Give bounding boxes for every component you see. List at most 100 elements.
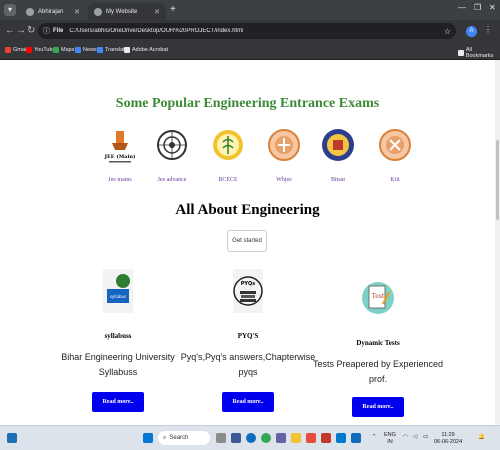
page-scrollbar[interactable]: [495, 60, 500, 425]
edge-icon[interactable]: [246, 433, 256, 443]
svg-text:JEE (Main): JEE (Main): [104, 153, 136, 160]
card-title: Dynamic Tests: [356, 339, 400, 347]
syllabus-image-icon: syllabus: [103, 269, 133, 313]
file-chip: File: [53, 28, 64, 34]
youtube-icon: [26, 47, 32, 53]
url-text: C:/Users/abhis/OneDrive/Desktop/OUR%20PR…: [69, 28, 244, 34]
bitsat-logo-icon: [322, 129, 354, 161]
exam-jee-mains[interactable]: JEE (Main) Jee mains: [95, 128, 145, 183]
widgets-icon[interactable]: [7, 433, 17, 443]
exam-label: Jee mains: [108, 177, 132, 183]
bookmark-gmail[interactable]: Gmail: [5, 47, 27, 53]
card-pyqs: PYQs PYQ'S Pyq's,Pyq's answers,Chapterwi…: [173, 267, 323, 412]
jee-advance-logo-icon: [157, 130, 187, 160]
tab-favicon-icon: [26, 7, 34, 16]
translate-icon: [97, 47, 103, 53]
read-more-button[interactable]: Read more..: [92, 392, 144, 412]
wbjee-logo-icon: [268, 129, 300, 161]
search-icon: ⌕: [163, 434, 167, 441]
all-bookmarks-button[interactable]: All Bookmarks: [458, 47, 500, 59]
taskbar-search[interactable]: ⌕ Search: [158, 431, 210, 445]
file-explorer-icon[interactable]: [291, 433, 301, 443]
close-window-icon[interactable]: ✕: [489, 3, 496, 12]
page-content: Some Popular Engineering Entrance Exams …: [0, 60, 495, 425]
folder-icon: [458, 50, 464, 56]
tab-abhirajan[interactable]: Abhirajan ✕: [20, 3, 86, 20]
exam-kiit[interactable]: Kiit: [370, 128, 420, 183]
battery-icon[interactable]: ▭: [423, 434, 428, 441]
svg-text:Test: Test: [372, 293, 385, 300]
card-description: Tests Preapered by Experienced prof.: [312, 359, 444, 384]
svg-text:PYQs: PYQs: [241, 281, 256, 287]
start-icon[interactable]: [143, 433, 153, 443]
app-icon-2[interactable]: [306, 433, 316, 443]
tab-my-website[interactable]: My Website ✕: [88, 3, 166, 20]
gmail-icon: [5, 47, 11, 53]
bookmark-youtube[interactable]: YouTube: [26, 47, 56, 53]
tab-favicon-icon: [94, 7, 102, 16]
svg-text:syllabus: syllabus: [110, 294, 126, 299]
info-icon[interactable]: ⓘ: [43, 26, 50, 36]
close-tab-icon[interactable]: ✕: [74, 8, 80, 16]
clock[interactable]: 11:29 06-06-2024: [434, 432, 462, 446]
bookmarks-bar: Gmail YouTube Maps News Translate Adobe …: [0, 42, 500, 60]
bookmark-maps[interactable]: Maps: [53, 47, 74, 53]
scroll-thumb[interactable]: [496, 140, 499, 220]
teams-icon[interactable]: [276, 433, 286, 443]
news-icon: [75, 47, 81, 53]
restore-icon[interactable]: ❐: [474, 3, 481, 12]
exam-label: Wbjee: [276, 177, 292, 183]
card-dynamic-tests: Test Dynamic Tests Tests Preapered by Ex…: [303, 274, 453, 417]
back-icon[interactable]: ←: [5, 25, 15, 36]
exam-jee-advance[interactable]: Jee advance: [147, 128, 197, 183]
exam-wbjee[interactable]: Wbjee: [259, 128, 309, 183]
app-icon-3[interactable]: [321, 433, 331, 443]
address-bar[interactable]: ⓘ File C:/Users/abhis/OneDrive/Desktop/O…: [38, 23, 456, 39]
taskbar: ⌕ Search ⌃ ENG IN ◠ ◁ ▭ 11:29 06-06-2024…: [0, 425, 500, 450]
wifi-icon[interactable]: ◠: [403, 434, 408, 441]
kiit-logo-icon: [379, 129, 411, 161]
exam-label: BCECE: [218, 177, 238, 183]
tab-label: My Website: [106, 8, 138, 15]
exam-label: Jee advance: [157, 177, 187, 183]
maps-icon: [53, 47, 59, 53]
bookmark-adobe-acrobat[interactable]: Adobe Acrobat: [124, 47, 168, 53]
forward-icon[interactable]: →: [16, 25, 26, 36]
read-more-button[interactable]: Read more..: [222, 392, 274, 412]
language-indicator[interactable]: ENG IN: [384, 432, 396, 446]
close-tab-icon[interactable]: ✕: [154, 8, 160, 16]
tab-search-button[interactable]: ▾: [4, 4, 16, 16]
card-title: PYQ'S: [237, 332, 259, 340]
browser-toolbar: ← → ↻ ⓘ File C:/Users/abhis/OneDrive/Des…: [0, 20, 500, 42]
vscode-icon[interactable]: [336, 433, 346, 443]
app-icon-4[interactable]: [351, 433, 361, 443]
exam-label: Kiit: [390, 177, 400, 183]
exam-bitsat[interactable]: Bitsat: [313, 128, 363, 183]
chrome-icon[interactable]: [261, 433, 271, 443]
card-description: Bihar Engineering University Syllabuss: [61, 352, 175, 377]
minimize-icon[interactable]: —: [458, 3, 466, 12]
profile-avatar[interactable]: A: [466, 26, 477, 37]
about-heading: All About Engineering: [175, 202, 320, 218]
tray-chevron-icon[interactable]: ⌃: [372, 434, 377, 441]
pyqs-image-icon: PYQs: [233, 269, 263, 313]
new-tab-button[interactable]: +: [170, 4, 176, 15]
bookmark-star-icon[interactable]: ☆: [444, 27, 451, 36]
card-syllabus: syllabus syllabuss Bihar Engineering Uni…: [43, 267, 193, 412]
tab-strip: ▾ Abhirajan ✕ My Website ✕ + — ❐ ✕: [0, 0, 500, 20]
get-started-button[interactable]: Get started: [227, 230, 267, 252]
notifications-icon[interactable]: 🔔: [478, 434, 485, 441]
app-icon[interactable]: [231, 433, 241, 443]
volume-icon[interactable]: ◁: [413, 434, 417, 441]
reload-icon[interactable]: ↻: [27, 25, 35, 36]
bcece-logo-icon: [213, 130, 243, 160]
exams-heading: Some Popular Engineering Entrance Exams: [115, 96, 380, 111]
task-view-icon[interactable]: [216, 433, 226, 443]
card-title: syllabuss: [104, 332, 132, 340]
card-description: Pyq's,Pyq's answers,Chapterwise pyqs: [180, 352, 316, 377]
test-image-icon: Test: [362, 282, 394, 314]
exam-bcece[interactable]: BCECE: [203, 128, 253, 183]
read-more-button[interactable]: Read more..: [352, 397, 404, 417]
bookmark-news[interactable]: News: [75, 47, 97, 53]
menu-icon[interactable]: ⋮: [484, 25, 492, 34]
